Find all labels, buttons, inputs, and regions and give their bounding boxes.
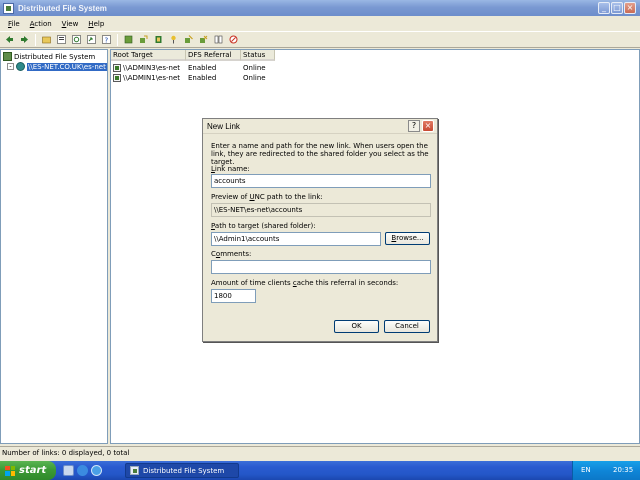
- cache-time-field[interactable]: 1800: [211, 289, 256, 303]
- dfs-app-icon: [130, 466, 139, 475]
- cell-root-target: \\ADMIN1\es-net: [111, 74, 186, 82]
- column-status[interactable]: Status: [241, 50, 275, 61]
- new-link-dialog: New Link ? × Enter a name and path for t…: [202, 118, 438, 342]
- help-icon[interactable]: ?: [100, 34, 112, 46]
- start-label: start: [19, 465, 47, 476]
- check-status-icon[interactable]: [182, 34, 194, 46]
- list-header: Root Target DFS Referral Status: [111, 50, 275, 61]
- dialog-titlebar[interactable]: New Link ? ×: [203, 119, 437, 134]
- cell-status: Online: [243, 64, 266, 72]
- internet-explorer-icon[interactable]: [77, 465, 88, 476]
- menu-bar: File Action View Help: [0, 16, 640, 31]
- up-folder-icon[interactable]: [40, 34, 52, 46]
- dfs-root-icon: [16, 62, 25, 71]
- dfs-icon: [3, 52, 12, 61]
- status-bar: Number of links: 0 displayed, 0 total: [0, 446, 640, 460]
- close-button[interactable]: ×: [624, 2, 636, 14]
- taskbar-button-label: Distributed File System: [143, 466, 225, 475]
- toolbar-separator: [35, 33, 36, 46]
- maximize-button[interactable]: □: [611, 2, 623, 14]
- dialog-close-button[interactable]: ×: [422, 120, 434, 132]
- cell-dfs-referral: Enabled: [188, 74, 217, 82]
- new-root-icon[interactable]: [122, 34, 134, 46]
- windows-media-icon[interactable]: [91, 465, 102, 476]
- cell-status: Online: [243, 74, 266, 82]
- system-tray: EN 20:35: [572, 461, 640, 480]
- dialog-instructions: Enter a name and path for the new link. …: [211, 142, 429, 166]
- tree-item-label: \\ES-NET.CO.UK\es-net: [27, 62, 107, 71]
- list-row[interactable]: \\ADMIN3\es-net Enabled Online: [111, 63, 275, 73]
- column-dfs-referral[interactable]: DFS Referral: [186, 50, 241, 61]
- column-root-target[interactable]: Root Target: [111, 50, 186, 61]
- tree-item-dfs-root[interactable]: Distributed File System: [3, 52, 95, 61]
- start-button[interactable]: start: [0, 461, 56, 480]
- root-target-icon: [113, 64, 121, 72]
- collapse-toggle-icon[interactable]: -: [7, 63, 14, 70]
- unc-preview-field: \\ES-NET\es-net\accounts: [211, 203, 431, 217]
- target-path-label: Path to target (shared folder):: [211, 222, 316, 230]
- back-icon[interactable]: [3, 34, 15, 46]
- root-target-text: \\ADMIN3\es-net: [123, 64, 181, 72]
- forward-icon[interactable]: [18, 34, 30, 46]
- new-link-icon[interactable]: [137, 34, 149, 46]
- tree-item-label: Distributed File System: [14, 52, 96, 61]
- window-title: Distributed File System: [18, 3, 107, 13]
- cell-dfs-referral: Enabled: [188, 64, 217, 72]
- browse-button[interactable]: Browse...: [385, 232, 430, 245]
- export-list-icon[interactable]: [85, 34, 97, 46]
- menu-view[interactable]: View: [57, 20, 84, 28]
- cancel-button[interactable]: Cancel: [384, 320, 430, 333]
- target-path-field[interactable]: \\Admin1\accounts: [211, 232, 381, 246]
- root-target-icon: [113, 74, 121, 82]
- menu-file[interactable]: File: [3, 20, 25, 28]
- clock[interactable]: 20:35: [613, 466, 633, 474]
- toolbar-separator: [117, 33, 118, 46]
- windows-flag-icon: [5, 465, 15, 476]
- link-name-label: Link name:: [211, 165, 250, 173]
- unc-preview-label: Preview of UNC path to the link:: [211, 193, 323, 201]
- cache-time-label: Amount of time clients cache this referr…: [211, 279, 399, 287]
- help-button[interactable]: ?: [408, 120, 420, 132]
- taskbar-button-dfs[interactable]: Distributed File System: [125, 463, 239, 478]
- link-name-field[interactable]: accounts: [211, 174, 431, 188]
- cell-root-target: \\ADMIN3\es-net: [111, 64, 186, 72]
- minimize-button[interactable]: _: [598, 2, 610, 14]
- new-target-icon[interactable]: [167, 34, 179, 46]
- dfs-app-icon: [3, 2, 14, 14]
- console-tree[interactable]: Distributed File System - \\ES-NET.CO.UK…: [0, 49, 108, 444]
- cancel-icon[interactable]: [227, 34, 239, 46]
- replicate-icon[interactable]: [212, 34, 224, 46]
- root-target-text: \\ADMIN1\es-net: [123, 74, 181, 82]
- properties-icon[interactable]: [55, 34, 67, 46]
- dialog-title: New Link: [207, 121, 240, 131]
- comments-field[interactable]: [211, 260, 431, 274]
- refresh-icon[interactable]: [70, 34, 82, 46]
- delete-icon[interactable]: [152, 34, 164, 46]
- window-titlebar[interactable]: Distributed File System _ □ ×: [0, 0, 640, 16]
- taskbar: start Distributed File System EN 20:35: [0, 461, 640, 480]
- filter-icon[interactable]: [197, 34, 209, 46]
- comments-label: Comments:: [211, 250, 252, 258]
- show-desktop-icon[interactable]: [63, 465, 74, 476]
- list-row[interactable]: \\ADMIN1\es-net Enabled Online: [111, 73, 275, 83]
- ok-button[interactable]: OK: [334, 320, 379, 333]
- tree-item-es-net[interactable]: - \\ES-NET.CO.UK\es-net: [7, 62, 107, 71]
- toolbar: ?: [0, 31, 640, 48]
- language-indicator[interactable]: EN: [581, 466, 591, 474]
- menu-action[interactable]: Action: [25, 20, 57, 28]
- menu-help[interactable]: Help: [83, 20, 109, 28]
- svg-text:?: ?: [104, 37, 108, 45]
